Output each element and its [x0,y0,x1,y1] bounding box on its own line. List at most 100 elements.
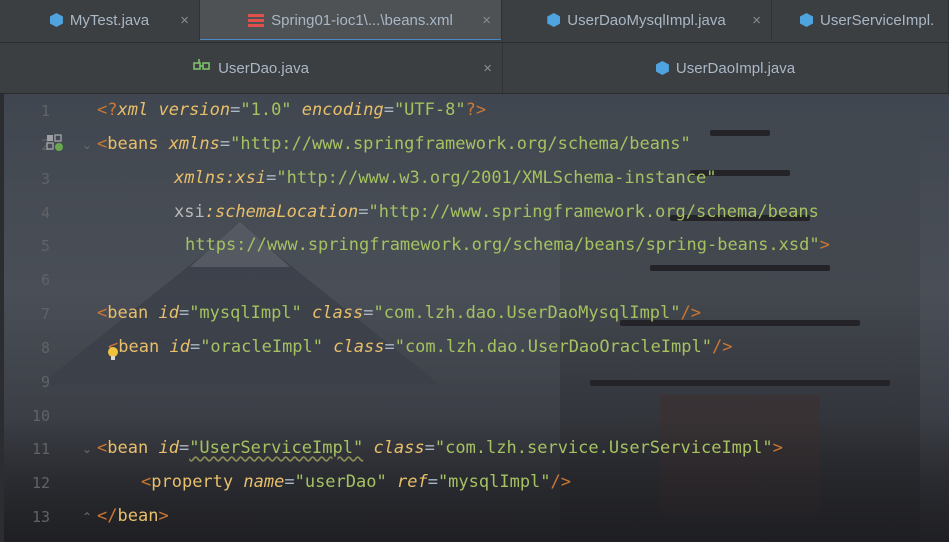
tab-userserviceimpl[interactable]: UserServiceImpl. [772,0,949,40]
token: bean [117,506,159,526]
token: name [243,472,285,492]
line-number: 11 [31,440,50,458]
java-class-icon [49,13,63,27]
token: /> [680,303,701,323]
line-number: 6 [40,271,50,289]
token: ref [396,472,428,492]
token: = [230,100,241,120]
close-icon[interactable]: × [482,12,491,29]
token: bean [107,438,149,458]
java-class-icon [655,61,669,75]
tab-label: UserServiceImpl. [820,11,935,29]
token: "http://www.w3.org/2001/XMLSchema-instan… [276,168,717,188]
tab-label: Spring01-ioc1\...\beans.xml [271,11,453,29]
line-number: 9 [40,373,50,391]
token: "http://www.springframework.org/schema/b… [230,134,691,154]
token: = [363,303,374,323]
token: "com.lzh.dao.UserDaoOracleImpl" [394,337,712,357]
line-number: 8 [40,339,50,357]
java-class-icon [547,13,561,27]
code-line-4: xsi:schemaLocation="http://www.springfra… [174,202,819,222]
token: class [333,337,385,357]
code-line-7: <bean id="mysqlImpl" class="com.lzh.dao.… [97,303,701,323]
token: = [424,438,435,458]
token: version [158,100,231,120]
token: "oracleImpl" [200,337,324,357]
token: xmlns: [174,168,236,188]
spring-beans-gutter-icon[interactable] [46,134,64,152]
token: /> [711,337,733,357]
token: "mysqlImpl" [189,303,302,323]
line-number: 13 [31,508,50,526]
token: "http://www.springframework.org/schema/b… [368,202,819,222]
token: bean [118,337,160,357]
token: "UTF-8" [393,100,466,120]
interface-icon [193,59,211,77]
token: xsi [235,168,267,188]
token: = [427,472,438,492]
token: < [97,303,108,323]
line-number: 10 [31,407,50,425]
tab-userdaomysqlimpl[interactable]: UserDaoMysqlImpl.java × [502,0,772,40]
token: = [383,100,394,120]
token: = [189,337,201,357]
token: xml [117,100,149,120]
fold-marker-icon[interactable]: ⌄ [82,138,92,152]
code-line-1: <?xml version="1.0" encoding="UTF-8"?> [97,100,486,120]
tab-mytest[interactable]: MyTest.java × [0,0,200,40]
token: https://www.springframework.org/schema/b… [185,235,820,255]
token: = [266,168,277,188]
token: <? [97,100,118,120]
tab-beans-xml[interactable]: Spring01-ioc1\...\beans.xml × [200,0,502,40]
token: property [151,472,234,492]
tab-label: MyTest.java [69,11,150,29]
line-number: 1 [40,102,50,120]
token: "com.lzh.service.UserServiceImpl" [434,438,773,458]
token: = [284,472,295,492]
token: id [158,438,179,458]
line-number: 12 [31,474,50,492]
code-editor[interactable]: 1 2 3 4 5 6 7 8 9 10 11 12 13 ⌄ ⌄ ⌃ <?xm… [0,94,949,542]
intention-lightbulb-icon[interactable] [106,345,120,368]
close-icon[interactable]: × [483,60,492,77]
token: = [358,202,369,222]
token: ?> [465,100,487,120]
token: "1.0" [240,100,292,120]
token: beans [107,134,159,154]
token: </ [97,506,118,526]
token: class [373,438,425,458]
line-number: 5 [40,237,50,255]
token: < [97,438,108,458]
code-line-13: </bean> [97,506,169,526]
code-line-2: <beans xmlns="http://www.springframework… [97,134,691,154]
token: < [141,472,152,492]
tab-label: UserDaoImpl.java [675,59,796,77]
token: "UserServiceImpl" [189,438,364,458]
editor-tab-bar-secondary: UserDao.java × UserDaoImpl.java [0,43,949,94]
token: = [384,337,395,357]
token: id [169,337,190,357]
line-number: 3 [40,170,50,188]
tab-userdao[interactable]: UserDao.java × [0,43,503,93]
line-number: 7 [40,305,50,323]
token: = [178,438,190,458]
token: :schemaLocation [204,202,359,222]
token: > [819,235,830,255]
token: > [772,438,783,458]
close-icon[interactable]: × [180,12,189,29]
fold-marker-icon[interactable]: ⌄ [82,442,92,456]
tab-label: UserDaoMysqlImpl.java [567,11,726,29]
token: id [158,303,179,323]
close-icon[interactable]: × [752,12,761,29]
token: "mysqlImpl" [437,472,551,492]
token: < [97,134,108,154]
code-line-11: <bean id="UserServiceImpl" class="com.lz… [97,438,783,458]
token: class [312,303,364,323]
editor-tab-bar: MyTest.java × Spring01-ioc1\...\beans.xm… [0,0,949,43]
code-line-3: xmlns:xsi="http://www.w3.org/2001/XMLSch… [174,168,717,188]
tab-userdaoimpl[interactable]: UserDaoImpl.java [503,43,949,93]
token: /> [550,472,572,492]
tab-label: UserDao.java [218,59,309,77]
fold-marker-icon[interactable]: ⌃ [82,510,92,524]
token: encoding [301,100,384,120]
